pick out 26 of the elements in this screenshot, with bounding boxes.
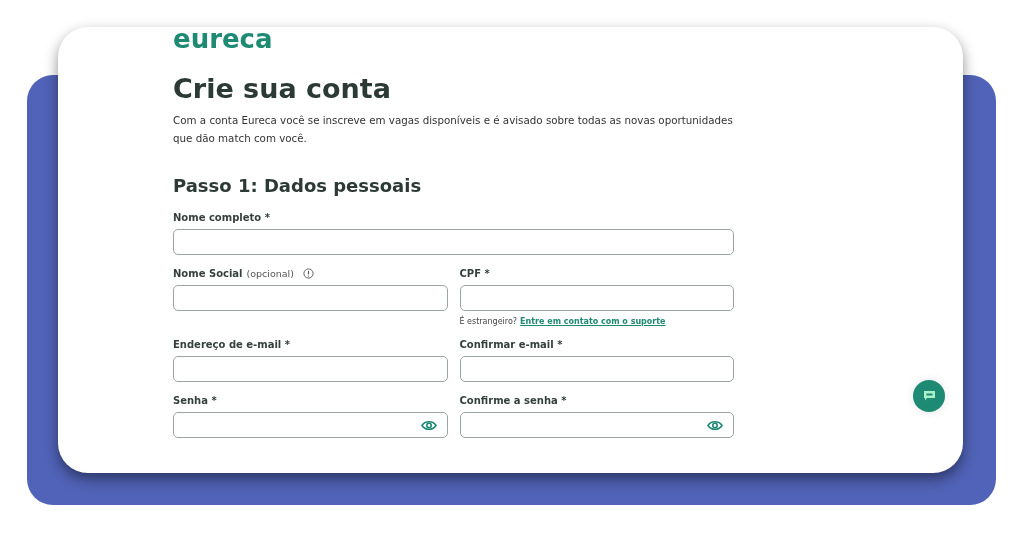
- field-label: CPF *: [459, 267, 490, 279]
- eye-icon[interactable]: [707, 419, 723, 431]
- chat-button[interactable]: [913, 380, 945, 412]
- logo: eureca: [173, 27, 273, 51]
- eye-icon[interactable]: [420, 419, 437, 431]
- optional-note: (opcional): [246, 267, 294, 279]
- hint-text: É estrangeiro?: [459, 317, 518, 326]
- input-field[interactable]: [173, 356, 448, 382]
- field-label: Confirmar e-mail *: [459, 338, 563, 350]
- input-field[interactable]: [173, 412, 448, 438]
- input-field[interactable]: [459, 285, 734, 311]
- chat-icon: [923, 391, 935, 401]
- section-title: Passo 1: Dados pessoais: [173, 174, 423, 198]
- field-label: Nome completo *: [173, 211, 270, 223]
- field-label: Endereço de e-mail *: [173, 338, 290, 350]
- page-title: Crie sua conta: [173, 72, 392, 106]
- input-field[interactable]: [459, 412, 734, 438]
- description: Com a conta Eureca você se inscreve em vagas disponíveis e é avisado sobre todas as novas oportunidades que dão match com você.: [173, 113, 734, 146]
- input-field[interactable]: [459, 356, 734, 382]
- input-field[interactable]: [173, 229, 734, 255]
- field-label: Senha *: [173, 394, 217, 406]
- input-field[interactable]: [173, 285, 448, 311]
- info-icon[interactable]: [302, 267, 314, 279]
- field-label: Confirme a senha *: [459, 394, 567, 406]
- support-link[interactable]: Entre em contato com o suporte: [520, 317, 666, 326]
- field-label: Nome Social: [173, 267, 243, 279]
